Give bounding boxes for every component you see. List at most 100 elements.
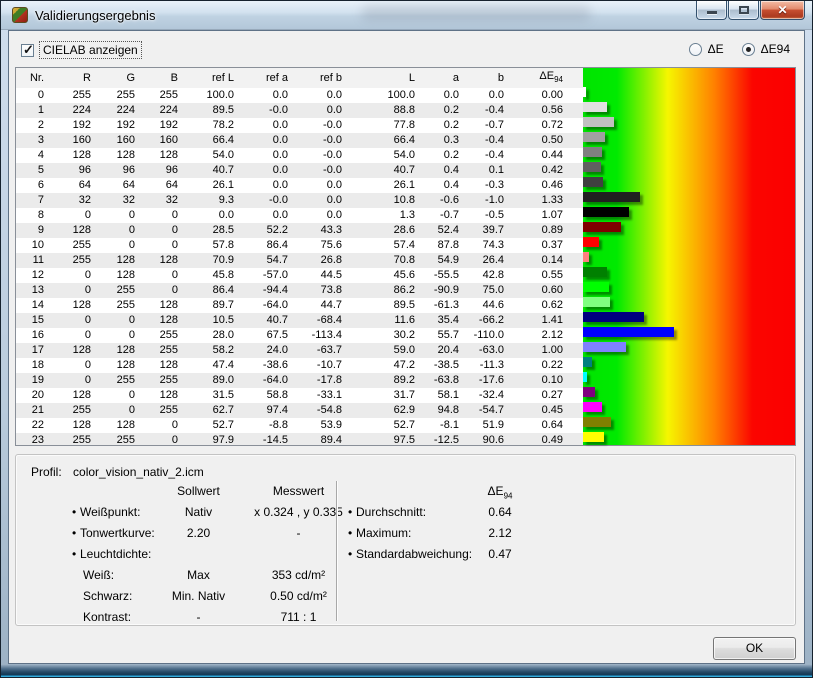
- cell: 0: [52, 313, 99, 328]
- cell: 4: [16, 148, 52, 163]
- profile-grid: SollwertMesswert•Weißpunkt:Nativx 0.324 …: [72, 481, 356, 628]
- cell: -0.0: [296, 163, 350, 178]
- vertical-divider: [336, 481, 337, 621]
- messwert-header: Messwert: [241, 481, 356, 502]
- cell: 54.9: [423, 253, 467, 268]
- cell: 0.4: [423, 178, 467, 193]
- delta-e-bar: [583, 132, 605, 142]
- radio-delta-e94[interactable]: [742, 43, 755, 56]
- delta-e-bar: [583, 387, 595, 397]
- cell: 0: [143, 418, 186, 433]
- cell: -57.0: [242, 268, 296, 283]
- stat-value: 0.64: [470, 502, 530, 523]
- cell: 0: [52, 328, 99, 343]
- column-header: ref L: [186, 68, 242, 88]
- cell: 1.33: [512, 193, 583, 208]
- cell: 42.8: [467, 268, 512, 283]
- cell: -0.5: [467, 208, 512, 223]
- cell: -1.0: [467, 193, 512, 208]
- cell: 100.0: [350, 88, 423, 103]
- delta-e94-header: ΔE94: [470, 481, 530, 502]
- cell: 45.8: [186, 268, 242, 283]
- cell: 96: [52, 163, 99, 178]
- dialog-client-area: ✓ CIELAB anzeigen ΔE ΔE94 Nr.RGBref Lref…: [8, 30, 805, 664]
- cell: 24.0: [242, 343, 296, 358]
- cell: 12: [16, 268, 52, 283]
- profile-label: Profil:: [31, 465, 62, 479]
- window-controls: ✕: [695, 1, 805, 20]
- cell: 20: [16, 388, 52, 403]
- delta-e-bar: [583, 207, 629, 217]
- cell: 66.4: [350, 133, 423, 148]
- cell: 255: [52, 253, 99, 268]
- messwert-value: 0.50 cd/m²: [241, 586, 356, 607]
- cell: 128: [52, 148, 99, 163]
- profile-row-label: Weiß:: [72, 565, 156, 586]
- cell: 43.3: [296, 223, 350, 238]
- cell: -90.9: [423, 283, 467, 298]
- delta-e-bar: [583, 432, 604, 442]
- cell: 39.7: [467, 223, 512, 238]
- maximize-button[interactable]: [728, 1, 759, 20]
- stats-grid: ΔE94•Durchschnitt:0.64•Maximum:2.12•Stan…: [348, 481, 530, 565]
- table-row: 20128012831.558.8-33.131.758.1-32.40.27: [16, 388, 583, 403]
- cell: 0.0: [296, 103, 350, 118]
- cell: 75.0: [467, 283, 512, 298]
- cell: 0.50: [512, 133, 583, 148]
- cell: 128: [99, 343, 143, 358]
- cell: 1.00: [512, 343, 583, 358]
- cell: 75.6: [296, 238, 350, 253]
- cell: -63.0: [467, 343, 512, 358]
- table-row: 1412825512889.7-64.044.789.5-61.344.60.6…: [16, 298, 583, 313]
- cell: 26.8: [296, 253, 350, 268]
- cell: 2.12: [512, 328, 583, 343]
- cell: 0.0: [296, 88, 350, 103]
- radio-delta-e-label[interactable]: ΔE: [708, 42, 724, 56]
- cell: 192: [143, 118, 186, 133]
- delta-e-bar: [583, 117, 614, 127]
- cielab-checkbox-group[interactable]: ✓ CIELAB anzeigen: [21, 42, 141, 58]
- cell: 40.7: [186, 163, 242, 178]
- ok-button[interactable]: OK: [713, 637, 796, 660]
- cell: 0.4: [423, 163, 467, 178]
- cell: 55.7: [423, 328, 467, 343]
- cell: 52.7: [186, 418, 242, 433]
- cell: -110.0: [467, 328, 512, 343]
- cell: 0.0: [242, 133, 296, 148]
- cielab-checkbox-label[interactable]: CIELAB anzeigen: [40, 42, 141, 58]
- titlebar[interactable]: Validierungsergebnis ✕: [1, 1, 812, 30]
- cell: 26.1: [350, 178, 423, 193]
- cell: 0.0: [242, 88, 296, 103]
- close-button[interactable]: ✕: [760, 1, 805, 20]
- cell: -33.1: [296, 388, 350, 403]
- radio-delta-e94-label[interactable]: ΔE94: [761, 42, 790, 56]
- cielab-checkbox[interactable]: ✓: [21, 44, 34, 57]
- minimize-icon: [707, 11, 717, 14]
- minimize-button[interactable]: [696, 1, 727, 20]
- radio-delta-e[interactable]: [689, 43, 702, 56]
- cell: 73.8: [296, 283, 350, 298]
- stat-label: •Maximum:: [348, 523, 470, 544]
- profile-row-label: Schwarz:: [72, 586, 156, 607]
- cell: 5: [16, 163, 52, 178]
- cell: 0.72: [512, 118, 583, 133]
- cell: 45.6: [350, 268, 423, 283]
- cell: -10.7: [296, 358, 350, 373]
- messwert-value: [241, 544, 356, 565]
- cell: 54.7: [242, 253, 296, 268]
- cell: -0.7: [467, 118, 512, 133]
- cell: 0.1: [467, 163, 512, 178]
- table-row: 73232329.3-0.00.010.8-0.6-1.01.33: [16, 193, 583, 208]
- table-row: 122422422489.5-0.00.088.80.2-0.40.56: [16, 103, 583, 118]
- cell: 128: [143, 313, 186, 328]
- table-body: 0255255255100.00.00.0100.00.00.00.001224…: [16, 88, 583, 445]
- cell: -66.2: [467, 313, 512, 328]
- cell: 89.2: [350, 373, 423, 388]
- cell: 128: [99, 418, 143, 433]
- cell: 0.3: [423, 133, 467, 148]
- sollwert-value: Max: [156, 565, 241, 586]
- delta-e-bar: [583, 402, 602, 412]
- cell: 77.8: [350, 118, 423, 133]
- delta-e-bar: [583, 267, 607, 277]
- titlebar-reflection: [361, 5, 591, 21]
